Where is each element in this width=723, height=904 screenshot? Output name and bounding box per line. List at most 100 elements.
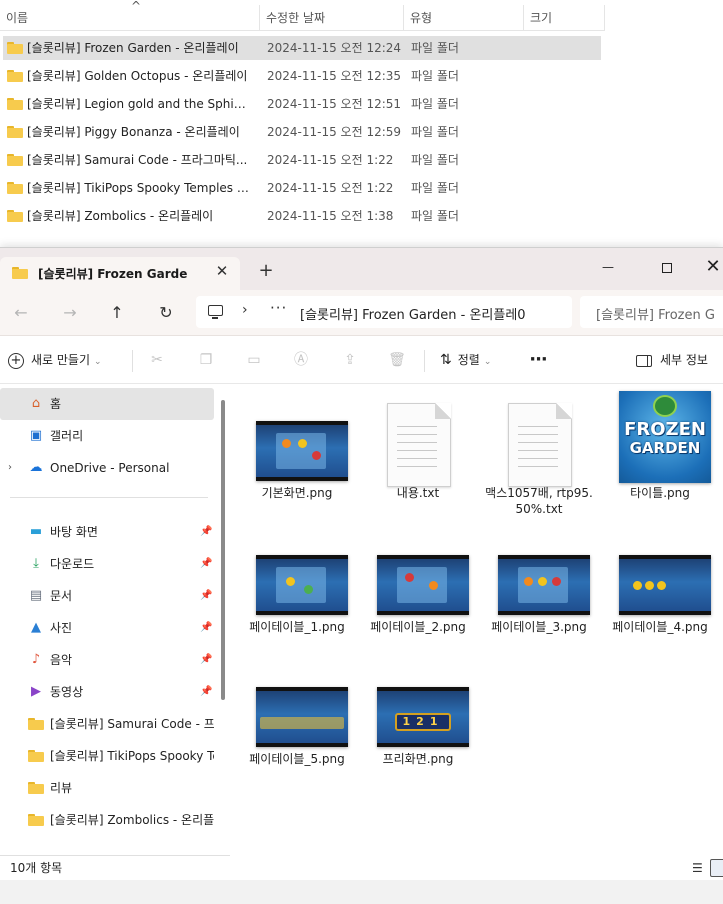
sidebar-item-zombolics[interactable]: [슬롯리뷰] Zombolics - 온리플 — [0, 804, 214, 836]
up-button[interactable]: ↑ — [103, 299, 131, 327]
documents-icon: ▤ — [29, 588, 43, 603]
thumb-letterbox — [256, 421, 348, 425]
file-item[interactable]: 내용.txt — [363, 395, 473, 525]
thumb-letterbox — [256, 555, 348, 559]
pin-icon[interactable]: 📌 — [200, 676, 212, 708]
doc-line — [397, 450, 437, 451]
list-item[interactable]: [슬롯리뷰] Frozen Garden - 온리플레이 2024-11-15 … — [3, 36, 601, 60]
folder-icon — [28, 718, 44, 730]
minimize-button[interactable]: — — [585, 252, 631, 282]
delete-icon[interactable]: 🗑 — [386, 349, 408, 371]
thumb-symbol-row — [260, 717, 344, 729]
maximize-button[interactable] — [644, 252, 690, 282]
file-item[interactable]: 맥스1057배, rtp95.50%.txt — [484, 395, 594, 525]
pin-icon[interactable]: 📌 — [200, 612, 212, 644]
download-icon: ⤓ — [33, 556, 39, 571]
more-options-button[interactable]: ··· — [526, 346, 550, 374]
list-item[interactable]: [슬롯리뷰] TikiPops Spooky Temples - ... 202… — [3, 176, 601, 200]
column-header-row: ^ 이름 수정한 날짜 유형 크기 — [0, 0, 605, 31]
refresh-button[interactable]: ↻ — [152, 299, 180, 327]
sidebar-item-music[interactable]: ♪ 음악 📌 — [0, 644, 214, 676]
chevron-right-icon[interactable]: › — [242, 302, 248, 318]
chevron-down-icon: ⌄ — [483, 357, 492, 367]
item-name: [슬롯리뷰] Samurai Code - 프라그마틱... — [27, 153, 248, 167]
large-icons-view-icon[interactable] — [710, 859, 723, 877]
sidebar-item-label: 사진 — [50, 621, 73, 635]
sidebar-item-label: [슬롯리뷰] Samurai Code - 프라 — [50, 717, 214, 731]
expand-chevron-icon[interactable]: › — [8, 452, 12, 484]
paste-icon[interactable]: ▭ — [243, 349, 265, 371]
column-date-modified[interactable]: 수정한 날짜 — [260, 5, 404, 31]
desktop-background-strip — [0, 880, 723, 904]
breadcrumb-current-folder[interactable]: [슬롯리뷰] Frozen Garden - 온리플레0 — [300, 304, 546, 323]
file-item[interactable]: 페이테이블_3.png — [484, 553, 594, 653]
tab-close-icon[interactable]: ✕ — [212, 261, 232, 281]
thumb-letterbox — [377, 555, 469, 559]
item-name: [슬롯리뷰] Golden Octopus - 온리플레이 — [27, 69, 248, 83]
sidebar-item-desktop[interactable]: ▬ 바탕 화면 📌 — [0, 516, 214, 548]
sidebar-item-documents[interactable]: ▤ 문서 📌 — [0, 580, 214, 612]
thumb-letterbox — [498, 611, 590, 615]
file-item[interactable]: 121 프리화면.png — [363, 685, 473, 785]
pin-icon[interactable]: 📌 — [200, 548, 212, 580]
rename-icon[interactable]: Ⓐ — [290, 349, 312, 371]
sort-button[interactable]: ⇅ 정렬 ⌄ — [440, 346, 491, 374]
close-button[interactable]: ✕ — [690, 252, 723, 282]
fruit-icon — [538, 577, 547, 586]
sidebar-item-videos[interactable]: ▶ 동영상 📌 — [0, 676, 214, 708]
cut-icon[interactable]: ✂ — [146, 349, 168, 371]
sidebar-item-review[interactable]: 리뷰 — [0, 772, 214, 804]
list-item[interactable]: [슬롯리뷰] Samurai Code - 프라그마틱... 2024-11-1… — [3, 148, 601, 172]
list-item[interactable]: [슬롯리뷰] Zombolics - 온리플레이 2024-11-15 오전 1… — [3, 204, 601, 228]
column-name[interactable]: 이름 — [0, 5, 260, 31]
list-item[interactable]: [슬롯리뷰] Golden Octopus - 온리플레이 2024-11-15… — [3, 64, 601, 88]
fruit-icon — [633, 581, 642, 590]
details-view-icon[interactable] — [692, 856, 704, 881]
forward-button[interactable]: → — [56, 299, 84, 327]
fruit-icon — [312, 451, 321, 460]
share-icon[interactable]: ⇪ — [339, 349, 361, 371]
doc-line — [397, 466, 437, 467]
column-size[interactable]: 크기 — [524, 5, 605, 31]
copy-icon[interactable]: ❐ — [195, 349, 217, 371]
this-pc-icon[interactable] — [208, 305, 223, 319]
tab-frozen-garden[interactable]: [슬롯리뷰] Frozen Garden - 오 ✕ — [0, 257, 240, 290]
folder-icon — [7, 126, 23, 138]
pin-icon[interactable]: 📌 — [200, 580, 212, 612]
list-item[interactable]: [슬롯리뷰] Legion gold and the Sphinx ... 20… — [3, 92, 601, 116]
file-item[interactable]: 기본화면.png — [242, 419, 352, 509]
file-item[interactable]: 페이테이블_2.png — [363, 553, 473, 653]
sidebar-item-gallery[interactable]: ▣ 갤러리 — [0, 420, 214, 452]
file-item[interactable]: 페이테이블_4.png — [605, 553, 715, 653]
back-button[interactable]: ← — [7, 299, 35, 327]
file-item[interactable]: FROZEN GARDEN 타이틀.png — [605, 391, 715, 511]
file-item[interactable]: 페이테이블_5.png — [242, 685, 352, 785]
sidebar-item-home[interactable]: ⌂ 홈 — [0, 388, 214, 420]
sidebar-item-onedrive[interactable]: › ☁ OneDrive - Personal — [0, 452, 214, 484]
thumb-letterbox — [377, 743, 469, 747]
list-item[interactable]: [슬롯리뷰] Piggy Bonanza - 온리플레이 2024-11-15 … — [3, 120, 601, 144]
pin-icon[interactable]: 📌 — [200, 644, 212, 676]
thumb-letterbox — [377, 687, 469, 691]
image-thumbnail: 121 — [377, 687, 469, 747]
address-bar[interactable]: › ··· [슬롯리뷰] Frozen Garden - 온리플레0 — [196, 296, 572, 328]
sidebar-item-tikipops[interactable]: [슬롯리뷰] TikiPops Spooky Te — [0, 740, 214, 772]
breadcrumb-overflow-button[interactable]: ··· — [270, 299, 287, 317]
folder-icon — [28, 750, 44, 762]
home-icon: ⌂ — [31, 396, 41, 411]
toolbar-divider — [424, 350, 425, 372]
file-item[interactable]: 페이테이블_1.png — [242, 553, 352, 653]
pin-icon[interactable]: 📌 — [200, 516, 212, 548]
navigation-pane-scrollbar[interactable] — [221, 400, 225, 700]
column-type[interactable]: 유형 — [404, 5, 524, 31]
new-tab-button[interactable]: + — [255, 260, 277, 282]
sidebar-item-samurai-code[interactable]: [슬롯리뷰] Samurai Code - 프라 — [0, 708, 214, 740]
sidebar-item-downloads[interactable]: ⤓ 다운로드 📌 — [0, 548, 214, 580]
search-box[interactable]: [슬롯리뷰] Frozen G — [580, 296, 723, 328]
details-pane-button[interactable]: 세부 정보 — [636, 346, 708, 374]
item-type: 파일 폴더 — [411, 125, 459, 139]
text-file-icon — [508, 403, 572, 487]
image-thumbnail: FROZEN GARDEN — [619, 391, 711, 483]
new-button[interactable]: + 새로 만들기 ⌄ — [8, 346, 102, 374]
sidebar-item-pictures[interactable]: ▲ 사진 📌 — [0, 612, 214, 644]
